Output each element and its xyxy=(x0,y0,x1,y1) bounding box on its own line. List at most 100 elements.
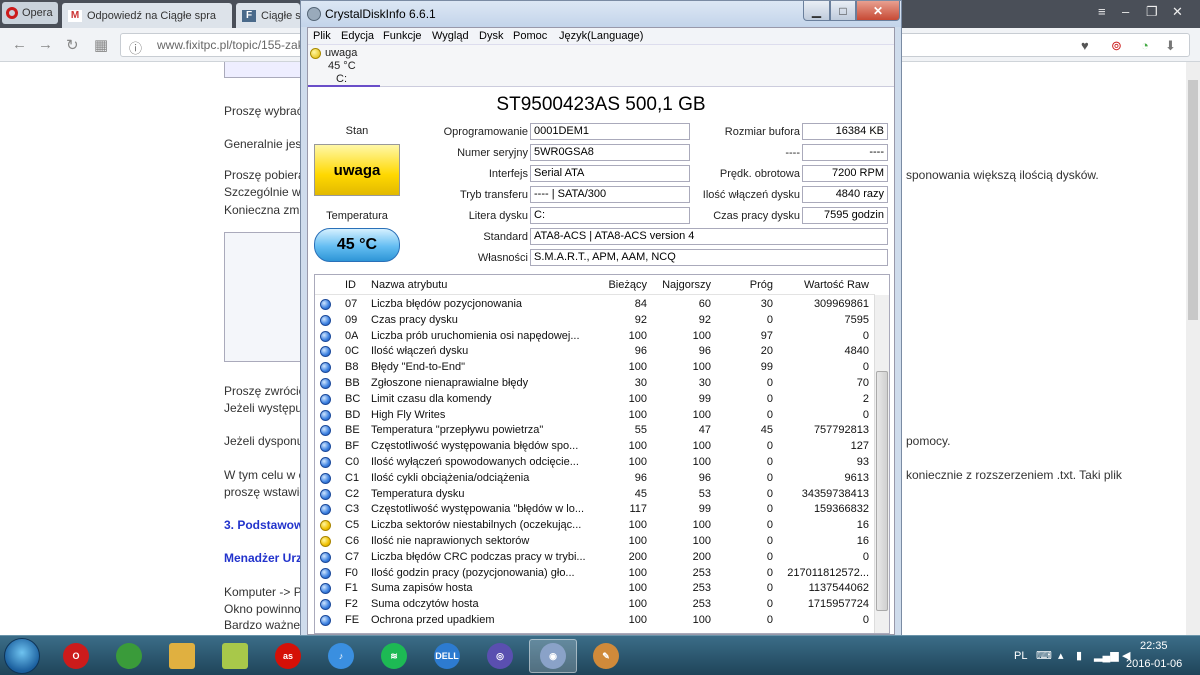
smart-row-c1[interactable]: C1 Ilość cykli obciążenia/odciążenia 96 96 0… xyxy=(315,471,875,487)
col-current-header[interactable]: Bieżący xyxy=(587,279,647,291)
paint-taskbar-icon[interactable]: ✎ xyxy=(582,639,630,673)
page-scrollbar-thumb[interactable] xyxy=(1188,80,1198,320)
forward-icon[interactable]: → xyxy=(38,36,53,53)
tray-keyboard-icon[interactable]: ⌨ xyxy=(1036,649,1052,662)
smart-row-bf[interactable]: BF Częstotliwość występowania błędów spo.… xyxy=(315,439,875,455)
smart-row-b8[interactable]: B8 Błędy "End-to-End" 100 100 99 0 xyxy=(315,360,875,376)
smart-row-c2[interactable]: C2 Temperatura dysku 45 53 0 34359738413 xyxy=(315,487,875,503)
drive-letter-label: Litera dysku xyxy=(468,210,528,222)
smart-row-f2[interactable]: F2 Suma odczytów hosta 100 253 0 1715957724 xyxy=(315,597,875,613)
extension-icon[interactable]: ◔ xyxy=(1141,38,1149,53)
health-status-badge[interactable]: uwaga xyxy=(314,144,400,196)
good-status-icon xyxy=(320,615,331,626)
smart-row-f1[interactable]: F1 Suma zapisów hosta 100 253 0 1137544062 xyxy=(315,581,875,597)
smart-id: C7 xyxy=(345,550,360,563)
notes-taskbar-icon[interactable] xyxy=(211,639,259,673)
smart-raw-value: 757792813 xyxy=(813,424,869,437)
smart-row-c0[interactable]: C0 Ilość wyłączeń spowodowanych odcięcie.… xyxy=(315,455,875,471)
dell-taskbar-icon[interactable]: DELL xyxy=(423,639,471,673)
menu-plik[interactable]: Plik xyxy=(313,30,331,42)
minimize-button[interactable]: ▁ xyxy=(803,1,830,21)
opera-taskbar-icon[interactable]: O xyxy=(52,639,100,673)
smart-table-scrollbar-thumb[interactable] xyxy=(876,371,888,611)
language-indicator[interactable]: PL xyxy=(1014,650,1027,662)
chrome-taskbar-icon[interactable] xyxy=(105,639,153,673)
crystaldiskinfo-app-icon xyxy=(307,7,321,21)
file-explorer-taskbar-icon[interactable] xyxy=(158,639,206,673)
smart-row-0c[interactable]: 0C Ilość włączeń dysku 96 96 20 4840 xyxy=(315,344,875,360)
site-info-icon[interactable]: ⓘ xyxy=(129,38,142,57)
smart-worst: 200 xyxy=(692,550,711,563)
smart-row-fe[interactable]: FE Ochrona przed upadkiem 100 100 0 0 xyxy=(315,613,875,629)
page-scrollbar[interactable] xyxy=(1186,62,1200,635)
smart-row-0a[interactable]: 0A Liczba prób uruchomienia osi napędowej… xyxy=(315,329,875,345)
clock-time[interactable]: 22:35 xyxy=(1140,640,1168,652)
menu-funkcje[interactable]: Funkcje xyxy=(383,30,422,42)
smart-row-f0[interactable]: F0 Ilość godzin pracy (pozycjonowania) gł… xyxy=(315,566,875,582)
smart-row-bd[interactable]: BD High Fly Writes 100 100 0 0 xyxy=(315,408,875,424)
col-id-header[interactable]: ID xyxy=(345,279,356,291)
lastfm-taskbar-icon[interactable]: as xyxy=(264,639,312,673)
heart-icon[interactable]: ♥ xyxy=(1081,38,1089,53)
opera-badge-icon[interactable]: ⊚ xyxy=(1111,38,1122,54)
reload-icon[interactable]: ↻ xyxy=(66,36,79,54)
itunes-taskbar-icon[interactable]: ♪ xyxy=(317,639,365,673)
smart-current: 30 xyxy=(634,377,647,389)
back-icon[interactable]: ← xyxy=(12,36,27,53)
browser-minimize-icon[interactable]: – xyxy=(1122,4,1129,19)
disk-selector-tab[interactable]: uwaga 45 °C C: xyxy=(308,45,894,87)
good-status-icon xyxy=(320,409,331,421)
smart-row-c6[interactable]: C6 Ilość nie naprawionych sektorów 100 100 0… xyxy=(315,534,875,550)
browser-stash-icon[interactable]: ≡ xyxy=(1098,4,1106,19)
smart-raw-value: 0 xyxy=(862,550,869,563)
smart-row-be[interactable]: BE Temperatura "przepływu powietrza" 55 47 4… xyxy=(315,423,875,439)
browser-tab-gmail[interactable]: M Odpowiedź na Ciągłe spra xyxy=(62,3,232,28)
tray-battery-icon[interactable]: ▮ xyxy=(1076,649,1082,662)
smart-row-c3[interactable]: C3 Częstotliwość występowania "błędów w l… xyxy=(315,502,875,518)
smart-row-bb[interactable]: BB Zgłoszone nienaprawialne błędy 30 30 0 70 xyxy=(315,376,875,392)
menu-language[interactable]: Język(Language) xyxy=(559,30,643,42)
app-ring-taskbar-icon[interactable]: ◎ xyxy=(476,639,524,673)
crystaldiskinfo-taskbar-icon[interactable]: ◉ xyxy=(529,639,577,673)
tray-expand-icon[interactable]: ▴ xyxy=(1058,649,1064,662)
smart-row-07[interactable]: 07 Liczba błędów pozycjonowania 84 60 30 3099… xyxy=(315,297,875,313)
smart-worst: 253 xyxy=(692,598,711,611)
menu-pomoc[interactable]: Pomoc xyxy=(513,30,547,42)
smart-threshold: 0 xyxy=(766,377,773,389)
menu-dysk[interactable]: Dysk xyxy=(479,30,503,42)
speed-dial-icon[interactable]: ▦ xyxy=(94,36,108,54)
smart-raw-value: 2 xyxy=(862,392,869,405)
smart-row-c7[interactable]: C7 Liczba błędów CRC podczas pracy w tryb… xyxy=(315,550,875,566)
smart-table-scrollbar[interactable] xyxy=(874,295,889,633)
close-button[interactable]: ✕ xyxy=(856,1,900,21)
smart-row-c5[interactable]: C5 Liczba sektorów niestabilnych (oczekuj… xyxy=(315,518,875,534)
smart-row-09[interactable]: 09 Czas pracy dysku 92 92 0 7595 xyxy=(315,313,875,329)
clock-date[interactable]: 2016-01-06 xyxy=(1126,658,1182,670)
smart-attribute-name: Limit czasu dla komendy xyxy=(371,392,492,405)
smart-id: 0C xyxy=(345,345,360,358)
url-text: www.fixitpc.pl/topic/155-zak xyxy=(157,38,304,52)
col-raw-header[interactable]: Wartość Raw xyxy=(777,279,869,291)
window-title-bar[interactable]: CrystalDiskInfo 6.6.1 ▁ □ ✕ xyxy=(301,1,901,27)
opera-menu-button[interactable]: Opera xyxy=(2,2,58,24)
browser-restore-icon[interactable]: ❐ xyxy=(1146,4,1158,20)
col-worst-header[interactable]: Najgorszy xyxy=(649,279,711,291)
spotify-taskbar-icon[interactable]: ≋ xyxy=(370,639,418,673)
browser-close-icon[interactable]: ✕ xyxy=(1172,4,1183,20)
col-threshold-header[interactable]: Próg xyxy=(713,279,773,291)
start-button[interactable] xyxy=(4,638,40,674)
menu-wyglad[interactable]: Wygląd xyxy=(432,30,469,42)
browser-tab-fixitpc[interactable]: F Ciągłe sprawdza xyxy=(236,3,300,28)
good-status-icon xyxy=(320,362,331,374)
smart-table-header: ID Nazwa atrybutu Bieżący Najgorszy Próg… xyxy=(315,275,875,295)
col-name-header[interactable]: Nazwa atrybutu xyxy=(371,279,447,291)
tray-network-icon[interactable]: ▂▄▆ xyxy=(1094,649,1119,662)
minimize-icon: ▁ xyxy=(811,3,822,18)
maximize-button[interactable]: □ xyxy=(830,1,856,21)
rotation-rate-value: 7200 RPM xyxy=(802,165,888,182)
smart-row-bc[interactable]: BC Limit czasu dla komendy 100 99 0 2 xyxy=(315,392,875,408)
download-icon[interactable]: ⬇ xyxy=(1165,38,1176,54)
menu-edycja[interactable]: Edycja xyxy=(341,30,374,42)
good-status-icon xyxy=(320,441,331,453)
good-status-icon xyxy=(320,314,331,326)
